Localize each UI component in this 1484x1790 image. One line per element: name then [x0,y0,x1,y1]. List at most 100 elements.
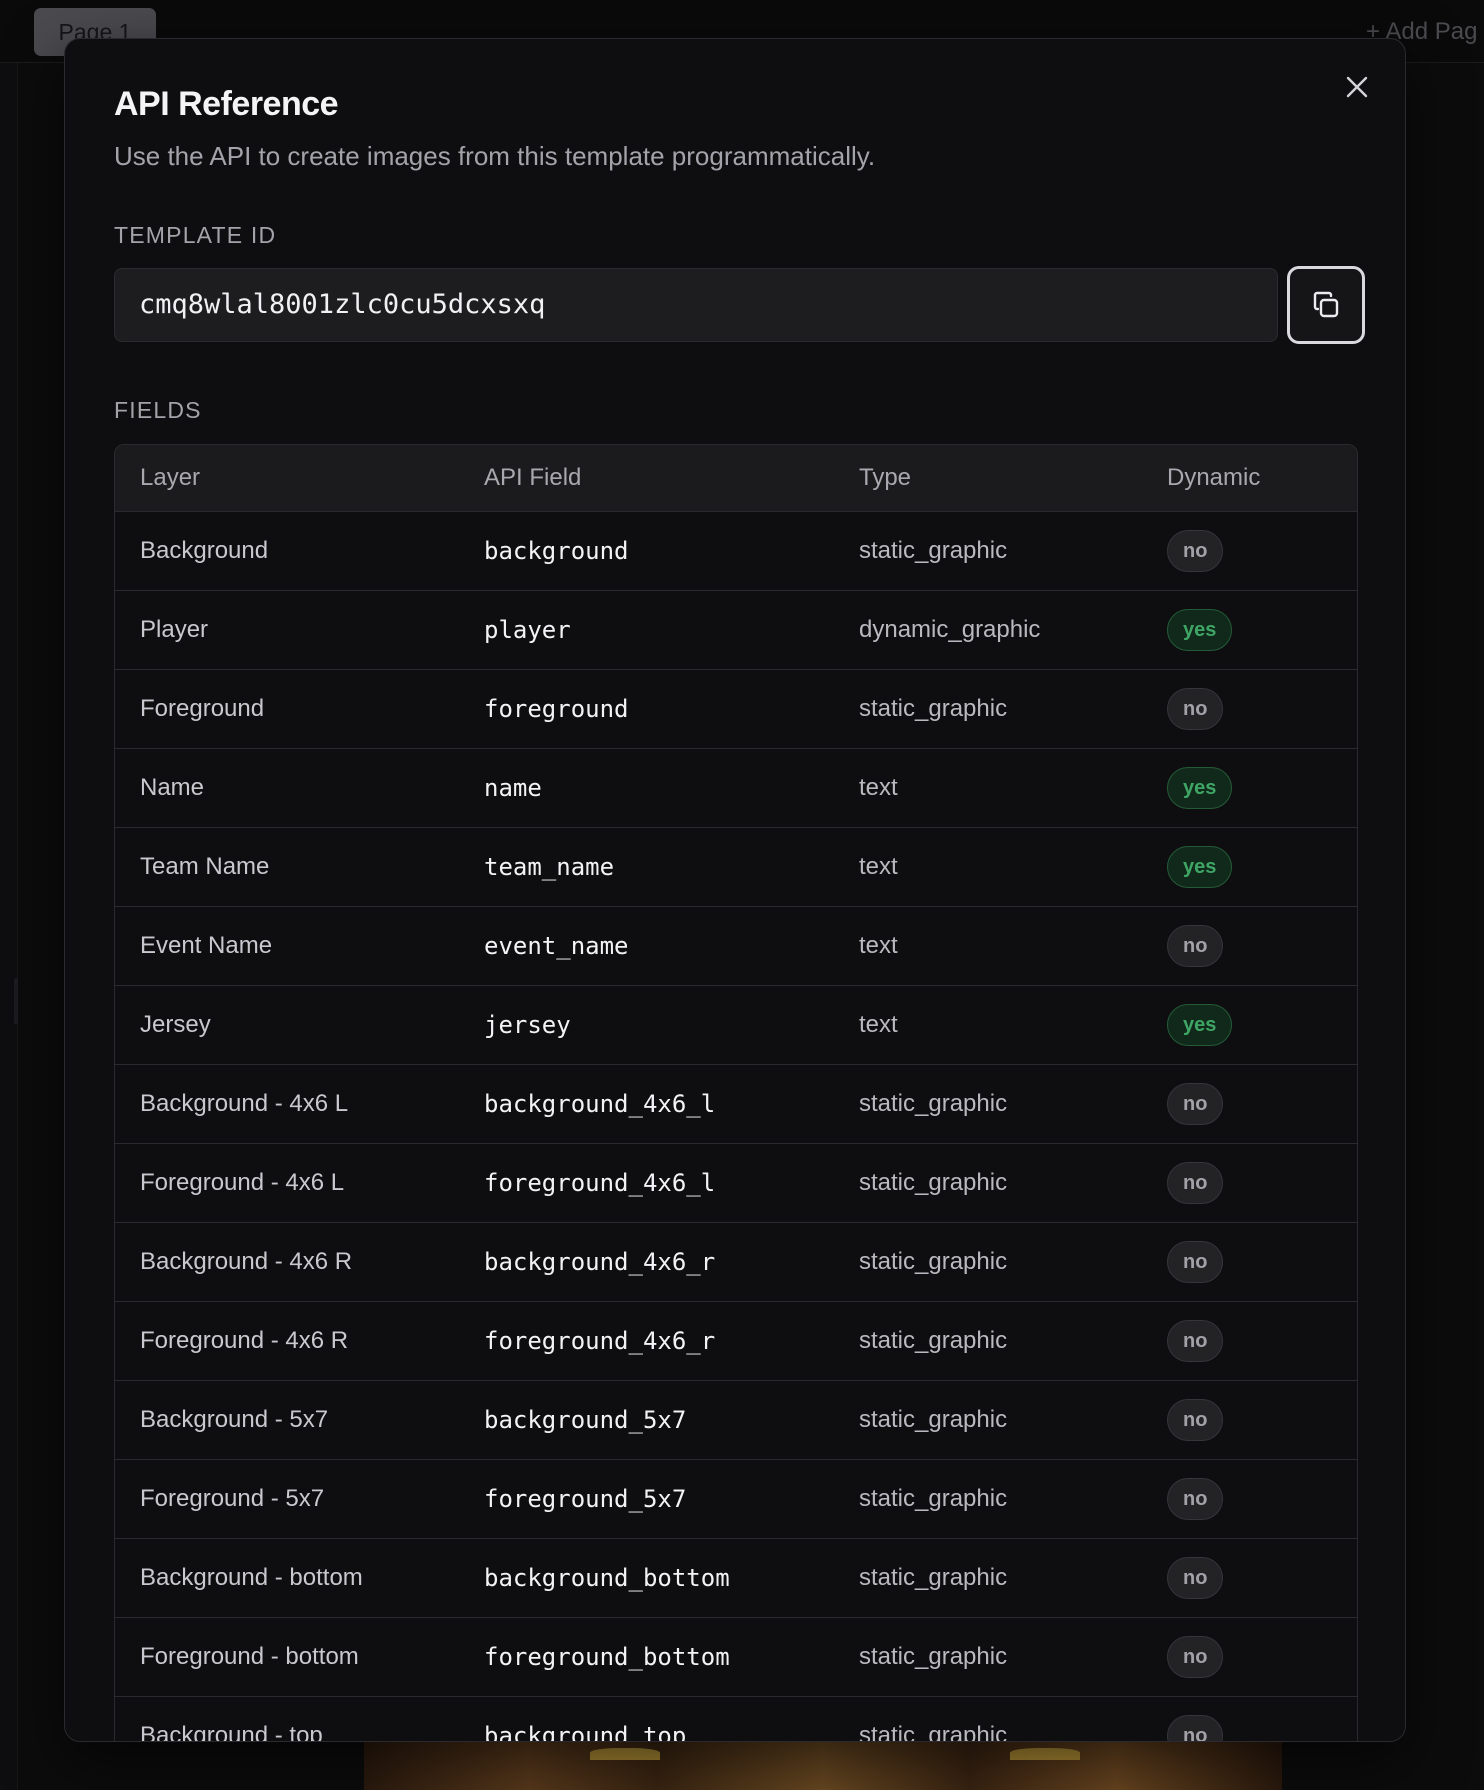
layer-cell: Team Name [140,853,270,880]
dynamic-badge: no [1167,1557,1224,1599]
column-header-api-field: API Field [484,464,582,491]
dynamic-badge: yes [1167,1004,1233,1046]
dynamic-badge: no [1167,1162,1224,1204]
api-field-cell: background_4x6_r [484,1248,716,1276]
table-row: Foreground - 4x6 L foreground_4x6_l static… [115,1144,1357,1223]
dynamic-cell: no [1167,530,1357,572]
copy-icon [1313,291,1339,318]
fields-table: Layer API Field Type Dynamic Background b… [114,444,1358,1742]
api-field-cell: player [484,616,571,644]
dynamic-badge: no [1167,1715,1224,1741]
table-row: Background - bottom background_bottom stat… [115,1539,1357,1618]
layer-cell: Background - top [140,1722,323,1742]
table-row: Foreground - 4x6 R foreground_4x6_r static… [115,1302,1357,1381]
table-row: Name name text yes [115,749,1357,828]
type-cell: static_graphic [859,1406,1008,1433]
type-cell: text [859,853,898,880]
dynamic-cell: no [1167,1636,1357,1678]
table-row: Event Name event_name text no [115,907,1357,986]
dynamic-cell: yes [1167,767,1357,809]
table-header: Layer API Field Type Dynamic [115,445,1357,512]
dynamic-badge: no [1167,1241,1224,1283]
canvas-preview [364,1740,1282,1790]
api-reference-modal: API Reference Use the API to create imag… [64,38,1406,1742]
layer-cell: Name [140,774,205,801]
copy-template-id-button[interactable] [1287,266,1365,344]
dynamic-cell: no [1167,1557,1357,1599]
table-row: Player player dynamic_graphic yes [115,591,1357,670]
layer-cell: Foreground - 4x6 R [140,1327,349,1354]
close-icon [1346,76,1368,98]
type-cell: static_graphic [859,1564,1008,1591]
template-id-field[interactable]: cmq8wlal8001zlc0cu5dcxsxq [114,268,1278,342]
dynamic-cell: no [1167,1320,1357,1362]
layer-cell: Background [140,537,269,564]
layer-cell: Background - 5x7 [140,1406,329,1433]
column-header-layer: Layer [140,464,201,491]
table-row: Background - 4x6 L background_4x6_l static… [115,1065,1357,1144]
table-row: Jersey jersey text yes [115,986,1357,1065]
api-field-cell: foreground_4x6_l [484,1169,716,1197]
table-row: Foreground foreground static_graphic no [115,670,1357,749]
dynamic-cell: no [1167,1478,1357,1520]
dynamic-badge: yes [1167,846,1233,888]
dynamic-badge: no [1167,1478,1224,1520]
layer-cell: Background - 4x6 L [140,1090,349,1117]
api-field-cell: background_top [484,1722,687,1742]
type-cell: text [859,774,898,801]
type-cell: text [859,932,898,959]
api-field-cell: background [484,537,629,565]
type-cell: static_graphic [859,1485,1008,1512]
dynamic-badge: no [1167,1399,1224,1441]
table-body: Background background static_graphic no Play… [115,512,1357,1742]
dynamic-badge: no [1167,530,1224,572]
api-field-cell: foreground_bottom [484,1643,730,1671]
dynamic-cell: yes [1167,609,1357,651]
table-row: Team Name team_name text yes [115,828,1357,907]
api-field-cell: foreground_4x6_r [484,1327,716,1355]
type-cell: dynamic_graphic [859,616,1041,643]
layer-cell: Event Name [140,932,273,959]
api-field-cell: background_4x6_l [484,1090,716,1118]
dynamic-badge: no [1167,925,1224,967]
table-row: Background - 4x6 R background_4x6_r static… [115,1223,1357,1302]
close-button[interactable] [1335,65,1379,109]
type-cell: static_graphic [859,1327,1008,1354]
type-cell: static_graphic [859,537,1008,564]
table-row: Foreground - 5x7 foreground_5x7 static_gra… [115,1460,1357,1539]
type-cell: static_graphic [859,1722,1008,1742]
api-field-cell: name [484,774,542,802]
table-row: Foreground - bottom foreground_bottom stat… [115,1618,1357,1697]
layer-cell: Background - 4x6 R [140,1248,353,1275]
column-header-type: Type [859,464,912,491]
layer-cell: Foreground - 5x7 [140,1485,325,1512]
column-header-dynamic: Dynamic [1167,464,1261,491]
fields-label: FIELDS [114,397,202,423]
dynamic-cell: no [1167,1399,1357,1441]
dynamic-cell: yes [1167,846,1357,888]
table-row: Background - top background_top static_gra… [115,1697,1357,1742]
dynamic-cell: yes [1167,1004,1357,1046]
rail-resize-handle[interactable] [14,978,18,1024]
dynamic-cell: no [1167,1162,1357,1204]
type-cell: text [859,1011,898,1038]
dynamic-cell: no [1167,688,1357,730]
dynamic-badge: yes [1167,767,1233,809]
api-field-cell: team_name [484,853,615,881]
modal-subtitle: Use the API to create images from this t… [114,141,876,171]
layer-cell: Foreground - 4x6 L [140,1169,345,1196]
layer-cell: Jersey [140,1011,211,1038]
type-cell: static_graphic [859,1248,1008,1275]
table-row: Background background static_graphic no [115,512,1357,591]
layer-cell: Background - bottom [140,1564,363,1591]
dynamic-cell: no [1167,925,1357,967]
type-cell: static_graphic [859,1169,1008,1196]
dynamic-badge: yes [1167,609,1233,651]
canvas-preview-detail [1010,1748,1080,1760]
api-field-cell: event_name [484,932,629,960]
template-id-label: TEMPLATE ID [114,222,277,248]
api-field-cell: foreground_5x7 [484,1485,687,1513]
left-rail [0,63,18,1790]
dynamic-badge: no [1167,688,1224,730]
api-field-cell: background_bottom [484,1564,730,1592]
